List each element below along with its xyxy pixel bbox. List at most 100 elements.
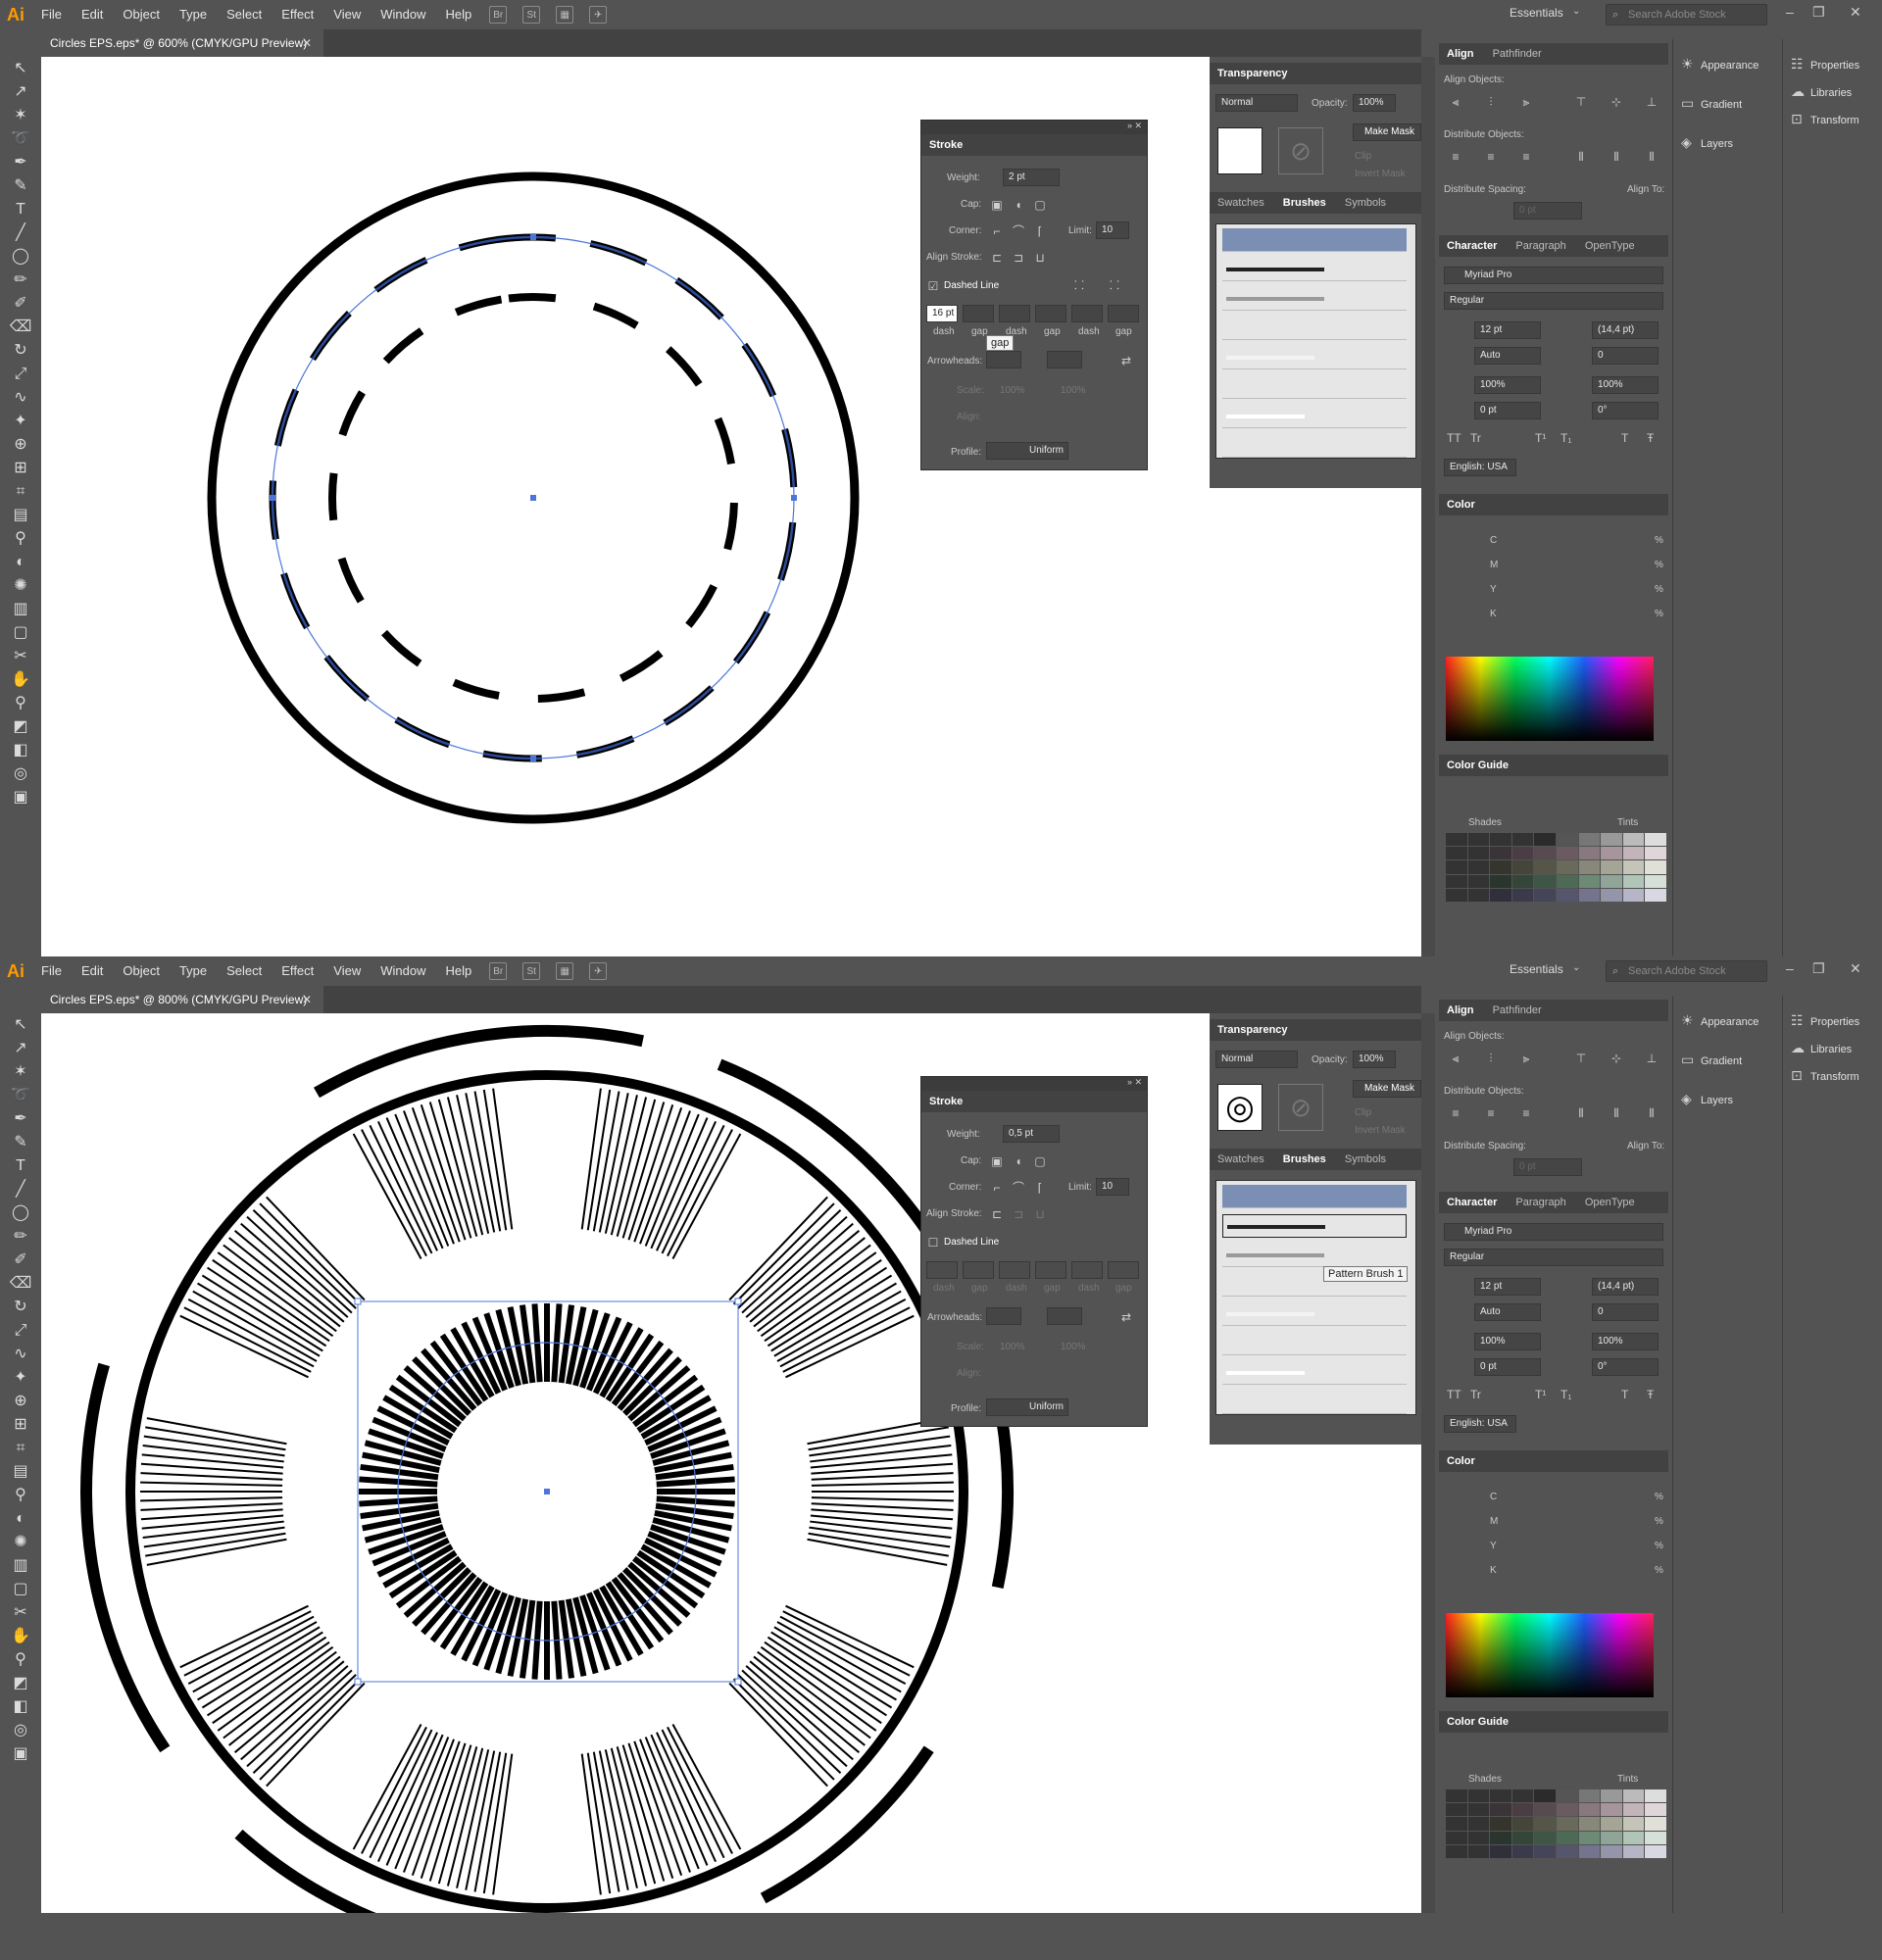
color-guide-variations[interactable]	[1446, 1789, 1666, 1858]
font-family-select[interactable]: Myriad Pro	[1444, 267, 1663, 284]
align-inside-icon[interactable]: ⊐	[1010, 1206, 1027, 1222]
opacity-field[interactable]: 100%	[1353, 94, 1396, 112]
restore-icon[interactable]: ❐	[1812, 960, 1825, 977]
superscript-button[interactable]: T¹	[1535, 431, 1546, 445]
brush-swatch[interactable]	[1222, 1361, 1407, 1385]
bridge-icon[interactable]: Br	[489, 962, 508, 980]
brush-swatch[interactable]	[1222, 346, 1407, 369]
opentype-tab[interactable]: OpenType	[1577, 1192, 1643, 1213]
transform-panel-button[interactable]: ⊡ Transform	[1791, 108, 1859, 129]
gradient-tool-icon[interactable]: ▤	[0, 1460, 41, 1484]
distribute-left-icon[interactable]: ⦀	[1572, 1105, 1590, 1121]
stock-search-input[interactable]: ⌕ Search Adobe Stock	[1606, 960, 1767, 982]
mesh-tool-icon[interactable]: ⌗	[0, 480, 41, 504]
slice-tool-icon[interactable]: ✂	[0, 645, 41, 668]
align-left-icon[interactable]: ⫷	[1447, 1051, 1464, 1066]
menu-view[interactable]: View	[323, 0, 371, 29]
close-window-icon[interactable]: ✕	[1850, 960, 1861, 977]
perspective-grid-icon[interactable]: ⊞	[0, 1413, 41, 1437]
warp-tool-icon[interactable]: ∿	[0, 1343, 41, 1366]
language-select[interactable]: English: USA	[1444, 1415, 1516, 1433]
document-tab[interactable]: Circles EPS.eps* @ 800% (CMYK/GPU Previe…	[41, 986, 323, 1013]
small-caps-button[interactable]: Tr	[1470, 431, 1481, 445]
warp-tool-icon[interactable]: ∿	[0, 386, 41, 410]
eraser-icon[interactable]: ⌫	[0, 316, 41, 339]
swatches-tab[interactable]: Swatches	[1210, 192, 1272, 214]
menu-file[interactable]: File	[31, 956, 72, 986]
align-outside-icon[interactable]: ⊔	[1031, 250, 1049, 266]
kerning-field[interactable]: Auto	[1474, 1303, 1541, 1321]
subscript-button[interactable]: T₁	[1560, 431, 1571, 445]
distribute-vcenter-icon[interactable]: ≡	[1482, 149, 1500, 165]
start-arrowhead-select[interactable]	[986, 1307, 1021, 1325]
swap-arrowheads-icon[interactable]: ⇄	[1117, 1309, 1135, 1325]
close-tab-icon[interactable]: ✕	[302, 29, 312, 57]
zoom-tool-icon[interactable]: ⚲	[0, 1648, 41, 1672]
horizontal-scale-field[interactable]: 100%	[1592, 376, 1659, 394]
leading-field[interactable]: (14,4 pt)	[1592, 321, 1659, 339]
screen-mode-icon[interactable]: ▣	[0, 1742, 41, 1766]
character-rotation-field[interactable]: 0°	[1592, 402, 1659, 419]
anchor-right[interactable]	[791, 495, 797, 501]
transparency-tab[interactable]: Transparency	[1210, 1019, 1296, 1041]
spacing-field[interactable]: 0 pt	[1513, 202, 1582, 220]
vertical-scale-field[interactable]: 100%	[1474, 376, 1541, 394]
blend-tool-icon[interactable]: ◐	[0, 1507, 41, 1531]
scale-tool-icon[interactable]: ⤢	[0, 363, 41, 386]
align-hcenter-icon[interactable]: ⫶	[1482, 1051, 1500, 1066]
hand-tool-icon[interactable]: ✋	[0, 1625, 41, 1648]
end-arrowhead-select[interactable]	[1047, 351, 1082, 368]
distribute-left-icon[interactable]: ⦀	[1572, 149, 1590, 165]
spacing-field[interactable]: 0 pt	[1513, 1158, 1582, 1176]
font-size-field[interactable]: 12 pt	[1474, 1278, 1541, 1296]
anchor-top[interactable]	[530, 234, 536, 240]
vertical-scrollbar[interactable]	[1421, 1013, 1435, 1913]
brush-swatch[interactable]	[1222, 1332, 1407, 1355]
symbol-sprayer-icon[interactable]: ✺	[0, 1531, 41, 1554]
align-center-icon[interactable]: ⊏	[988, 250, 1006, 266]
align-top-icon[interactable]: ⊤	[1572, 1051, 1590, 1066]
transform-panel-button[interactable]: ⊡ Transform	[1791, 1064, 1859, 1086]
blob-brush-icon[interactable]: ✐	[0, 292, 41, 316]
align-bottom-icon[interactable]: ⊥	[1643, 1051, 1660, 1066]
artboard-tool-icon[interactable]: ▢	[0, 1578, 41, 1601]
menu-edit[interactable]: Edit	[72, 0, 113, 29]
preserve-dash-icon[interactable]: ⸬	[1070, 277, 1088, 293]
object-thumbnail[interactable]: ◎	[1217, 1084, 1263, 1131]
chevron-down-icon[interactable]: ⌄	[1572, 962, 1580, 973]
zoom-tool-icon[interactable]: ⚲	[0, 692, 41, 715]
stock-search-input[interactable]: ⌕ Search Adobe Stock	[1606, 4, 1767, 25]
lasso-icon[interactable]: ➰	[0, 127, 41, 151]
gradient-panel-button[interactable]: ▭ Gradient	[1681, 1049, 1742, 1070]
align-outside-icon[interactable]: ⊔	[1031, 1206, 1049, 1222]
distribute-bottom-icon[interactable]: ≡	[1517, 1105, 1535, 1121]
graph-tool-icon[interactable]: ▥	[0, 598, 41, 621]
resize-handle[interactable]	[354, 1678, 362, 1686]
paragraph-tab[interactable]: Paragraph	[1508, 1192, 1573, 1213]
font-family-select[interactable]: Myriad Pro	[1444, 1223, 1663, 1241]
rotate-tool-icon[interactable]: ↻	[0, 339, 41, 363]
end-arrowhead-select[interactable]	[1047, 1307, 1082, 1325]
font-style-select[interactable]: Regular	[1444, 1249, 1663, 1266]
distribute-top-icon[interactable]: ≡	[1447, 1105, 1464, 1121]
dashed-line-checkbox[interactable]: ☐	[924, 1235, 942, 1250]
clip-checkbox[interactable]: Clip	[1355, 1107, 1371, 1118]
fill-stroke-icon[interactable]: ◩	[0, 715, 41, 739]
bridge-icon[interactable]: Br	[489, 6, 508, 24]
brush-swatch[interactable]	[1222, 375, 1407, 399]
outer-arc-group[interactable]	[80, 1025, 1014, 1913]
ellipse-tool-icon[interactable]: ◯	[0, 1201, 41, 1225]
menu-file[interactable]: File	[31, 0, 72, 29]
minimize-icon[interactable]: –	[1786, 4, 1794, 20]
leading-field[interactable]: (14,4 pt)	[1592, 1278, 1659, 1296]
miter-join-icon[interactable]: ⌐	[988, 1180, 1006, 1196]
gap-2-field[interactable]	[1035, 305, 1066, 322]
weight-field[interactable]: 2 pt	[1003, 169, 1060, 186]
resize-handle[interactable]	[734, 1678, 742, 1686]
blend-mode-select[interactable]: Normal	[1215, 94, 1298, 112]
color-mode-icon[interactable]: ◧	[0, 739, 41, 762]
menu-window[interactable]: Window	[371, 956, 435, 986]
properties-panel-button[interactable]: ☷ Properties	[1791, 1009, 1859, 1031]
pen-tool-icon[interactable]: ✒	[0, 151, 41, 174]
vertical-scrollbar[interactable]	[1421, 57, 1435, 956]
